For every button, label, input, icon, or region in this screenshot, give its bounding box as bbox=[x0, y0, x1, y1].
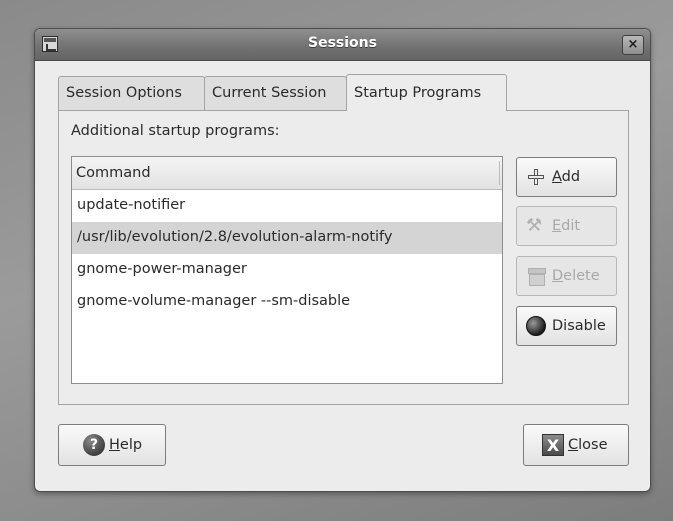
list-item[interactable]: update-notifier bbox=[72, 190, 502, 222]
disable-label: Disable bbox=[552, 318, 606, 334]
close-label: Close bbox=[568, 437, 608, 453]
window-close-button[interactable]: × bbox=[622, 35, 644, 55]
help-label: Help bbox=[109, 437, 143, 453]
stop-icon bbox=[526, 316, 546, 336]
tab-current-session[interactable]: Current Session bbox=[204, 76, 347, 110]
sessions-dialog: Sessions × Session Options Current Sessi… bbox=[34, 28, 651, 492]
help-icon: ? bbox=[83, 434, 105, 456]
trash-icon bbox=[526, 266, 546, 286]
delete-label: Delete bbox=[552, 268, 600, 284]
title-bar[interactable]: Sessions × bbox=[35, 29, 650, 61]
edit-label: Edit bbox=[552, 218, 581, 234]
section-label: Additional startup programs: bbox=[71, 123, 280, 139]
window-title: Sessions bbox=[308, 35, 377, 51]
close-button[interactable]: X Close bbox=[523, 424, 629, 466]
tools-icon bbox=[526, 216, 546, 236]
column-header-command[interactable]: Command bbox=[72, 157, 502, 190]
add-button[interactable]: Add bbox=[516, 157, 617, 197]
list-item[interactable]: gnome-volume-manager --sm-disable bbox=[72, 286, 502, 318]
disable-button[interactable]: Disable bbox=[516, 306, 617, 346]
tab-startup-programs[interactable]: Startup Programs bbox=[346, 74, 507, 111]
list-item[interactable]: gnome-power-manager bbox=[72, 254, 502, 286]
startup-programs-list[interactable]: Command update-notifier /usr/lib/evoluti… bbox=[71, 156, 503, 384]
tab-panel-startup-programs: Additional startup programs: Command upd… bbox=[58, 110, 629, 405]
edit-button[interactable]: Edit bbox=[516, 206, 617, 246]
add-label: Add bbox=[552, 169, 581, 185]
delete-button[interactable]: Delete bbox=[516, 256, 617, 296]
help-button[interactable]: ? Help bbox=[58, 424, 166, 466]
close-x-icon: X bbox=[542, 434, 564, 456]
plus-icon bbox=[526, 167, 546, 187]
list-item-selected[interactable]: /usr/lib/evolution/2.8/evolution-alarm-n… bbox=[72, 222, 502, 254]
tab-session-options[interactable]: Session Options bbox=[58, 76, 205, 110]
